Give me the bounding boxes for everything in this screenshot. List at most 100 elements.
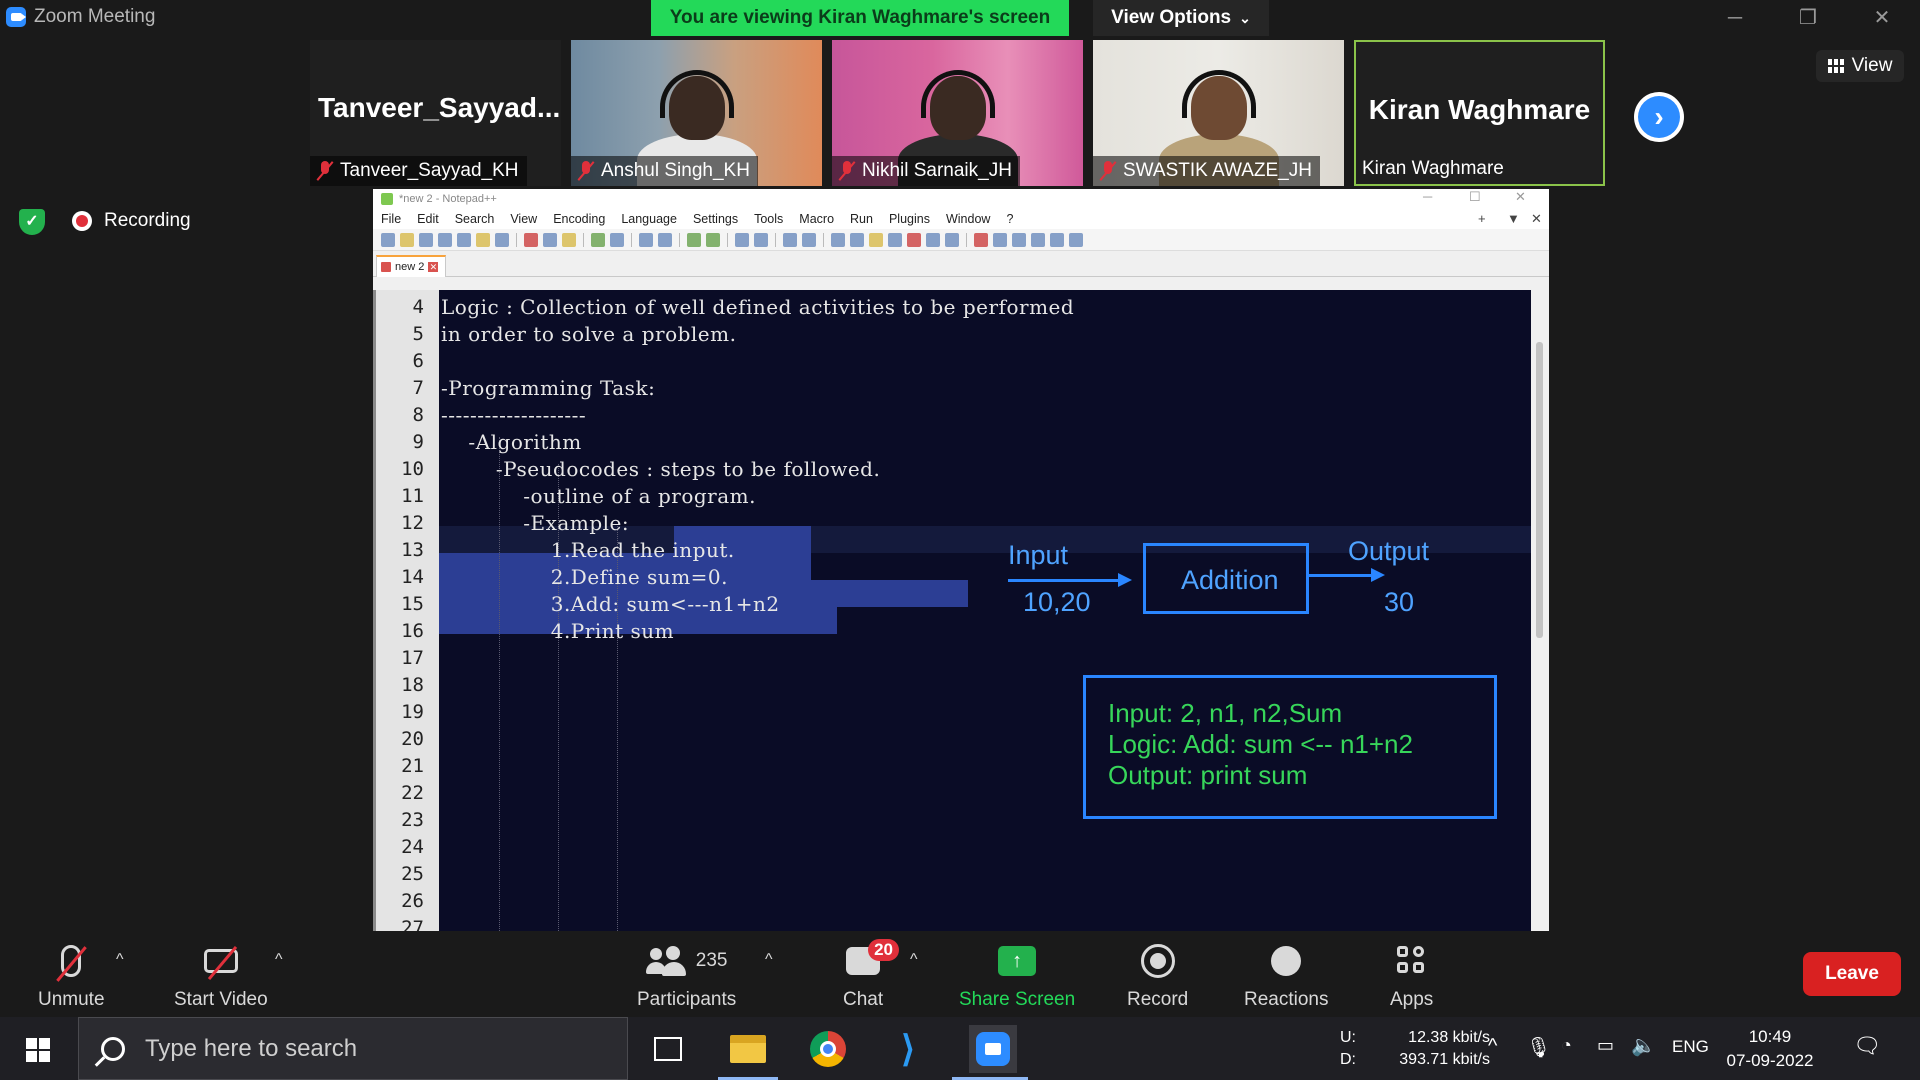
notepad-menu-item[interactable]: View — [510, 212, 537, 226]
leave-meeting-button[interactable]: Leave — [1803, 952, 1901, 996]
code-line: in order to solve a problem. — [441, 322, 737, 346]
line-number: 4 — [412, 296, 424, 318]
chat-button[interactable]: 20 Chat — [843, 939, 899, 1011]
notepad-menu-item[interactable]: Macro — [799, 212, 834, 226]
taskbar-search-box[interactable]: Type here to search — [78, 1017, 628, 1080]
participants-label: Participants — [637, 989, 737, 1010]
vscode-icon[interactable]: ⟩ — [888, 1029, 928, 1069]
participants-icon — [645, 946, 686, 976]
diagram-input-label: Input — [1008, 540, 1069, 570]
wifi-icon[interactable]: ◔ — [1561, 1035, 1572, 1080]
view-options-button[interactable]: View Options ⌄ — [1093, 0, 1269, 36]
taskbar-search-placeholder: Type here to search — [145, 1034, 358, 1062]
line-number: 15 — [401, 593, 424, 615]
notepad-menu-item[interactable]: File — [381, 212, 401, 226]
microphone-icon[interactable]: 🎙 — [1526, 1035, 1551, 1080]
participant-tile[interactable]: Nikhil Sarnaik_JH — [832, 40, 1083, 186]
notepad-menu-item[interactable]: Language — [621, 212, 677, 226]
notepad-menu-item[interactable]: Search — [455, 212, 495, 226]
app-title: Zoom Meeting — [6, 6, 155, 28]
video-options-caret-icon[interactable]: ^ — [275, 951, 283, 969]
minimize-button[interactable]: ─ — [1715, 4, 1755, 32]
start-video-button[interactable]: Start Video — [174, 941, 268, 1011]
unmute-button[interactable]: Unmute — [38, 941, 105, 1011]
notepad-menu-item[interactable]: Edit — [417, 212, 439, 226]
title-bar: Zoom Meeting You are viewing Kiran Waghm… — [0, 0, 1920, 36]
security-shield-icon[interactable]: ✓ — [19, 209, 45, 235]
share-screen-icon: ↑ — [998, 946, 1037, 976]
battery-icon[interactable]: ▭ — [1597, 1035, 1614, 1080]
apps-label: Apps — [1390, 989, 1434, 1010]
notepad-menu-item[interactable]: Run — [850, 212, 873, 226]
notepad-restore-icon: ☐ — [1469, 189, 1481, 204]
notifications-icon[interactable]: 🗨 — [1853, 1033, 1881, 1080]
code-line: Logic : Collection of well defined activ… — [441, 295, 1075, 319]
notepad-document-control-icon[interactable]: + — [1478, 211, 1486, 226]
line-number: 25 — [401, 863, 424, 885]
windows-start-icon[interactable] — [26, 1038, 50, 1062]
participant-tile-active-speaker[interactable]: Kiran Waghmare Kiran Waghmare — [1354, 40, 1605, 186]
zoom-taskbar-icon[interactable] — [969, 1025, 1017, 1073]
share-screen-button[interactable]: ↑ Share Screen — [959, 941, 1075, 1011]
diagram-arrow-icon — [1008, 573, 1132, 587]
recording-indicator[interactable]: Recording — [72, 210, 191, 232]
participant-label: Anshul Singh_KH — [571, 156, 758, 186]
windows-taskbar: Type here to search ⟩ U: 12.38 kbit/s D: 3… — [0, 1017, 1920, 1080]
restore-button[interactable]: ❐ — [1788, 4, 1828, 32]
notepad-menu-item[interactable]: Plugins — [889, 212, 930, 226]
line-number: 5 — [412, 323, 424, 345]
chrome-icon[interactable] — [808, 1029, 848, 1069]
code-line: 4.Print sum — [441, 619, 675, 643]
chevron-down-icon: ⌄ — [1239, 9, 1251, 26]
code-line: -outline of a program. — [441, 484, 756, 508]
scrollbar-thumb[interactable] — [1536, 342, 1543, 638]
notepad-menu-item[interactable]: Encoding — [553, 212, 605, 226]
file-explorer-icon[interactable] — [728, 1029, 768, 1069]
line-number: 11 — [401, 485, 424, 507]
summary-line: Logic: Add: sum <-- n1+n2 — [1108, 729, 1413, 759]
close-button[interactable]: ✕ — [1862, 4, 1902, 32]
notepad-menu-item[interactable]: Window — [946, 212, 990, 226]
diagram-input-value: 10,20 — [1023, 587, 1091, 617]
gallery-next-page-button[interactable]: › — [1634, 92, 1684, 142]
chat-caret-icon[interactable]: ^ — [910, 951, 918, 969]
notepad-document-control-icon[interactable]: ✕ — [1531, 211, 1542, 227]
notepad-menu-item[interactable]: ? — [1006, 212, 1013, 226]
reactions-button[interactable]: Reactions — [1244, 941, 1329, 1011]
notepad-tab-new2[interactable]: new 2 ✕ — [376, 255, 446, 277]
recording-label: Recording — [104, 210, 191, 231]
notepad-menu-item[interactable]: Tools — [754, 212, 783, 226]
record-label: Record — [1127, 989, 1189, 1010]
zoom-meeting-window: Zoom Meeting You are viewing Kiran Waghm… — [0, 0, 1920, 1080]
clock-date: 07-09-2022 — [1726, 1051, 1814, 1070]
participant-tile[interactable]: SWASTIK AWAZE_JH — [1093, 40, 1344, 186]
show-hidden-icons-chevron-icon[interactable]: ^ — [1488, 1035, 1497, 1080]
summary-line: Output: print sum — [1108, 760, 1308, 790]
line-number: 12 — [401, 512, 424, 534]
participant-tile[interactable]: Tanveer_Sayyad... Tanveer_Sayyad_KH — [310, 40, 561, 186]
view-layout-button[interactable]: View — [1816, 50, 1904, 82]
input-language[interactable]: ENG — [1672, 1037, 1709, 1080]
volume-icon[interactable]: 🔈 — [1631, 1033, 1656, 1080]
notepad-document-control-icon[interactable]: ▼ — [1507, 211, 1520, 226]
video-off-icon — [203, 949, 238, 973]
participant-tile[interactable]: Anshul Singh_KH — [571, 40, 822, 186]
participants-button[interactable]: 235 Participants — [637, 941, 736, 1011]
code-line: -Algorithm — [441, 430, 582, 454]
microphone-muted-icon — [61, 945, 82, 977]
line-number: 13 — [401, 539, 424, 561]
editor-vertical-scrollbar[interactable] — [1531, 290, 1549, 931]
tab-close-icon[interactable]: ✕ — [428, 262, 439, 272]
line-number: 23 — [401, 809, 424, 831]
taskbar-clock[interactable]: 10:49 07-09-2022 — [1720, 1025, 1820, 1073]
line-number: 6 — [412, 350, 424, 372]
clock-time: 10:49 — [1748, 1027, 1792, 1046]
record-button[interactable]: Record — [1127, 941, 1188, 1011]
participant-name: Nikhil Sarnaik_JH — [862, 160, 1012, 181]
participant-label: Kiran Waghmare — [1356, 154, 1512, 184]
task-view-icon[interactable] — [648, 1029, 688, 1069]
participants-caret-icon[interactable]: ^ — [765, 951, 773, 969]
audio-options-caret-icon[interactable]: ^ — [116, 951, 124, 969]
apps-button[interactable]: Apps — [1390, 941, 1433, 1011]
notepad-menu-item[interactable]: Settings — [693, 212, 738, 226]
